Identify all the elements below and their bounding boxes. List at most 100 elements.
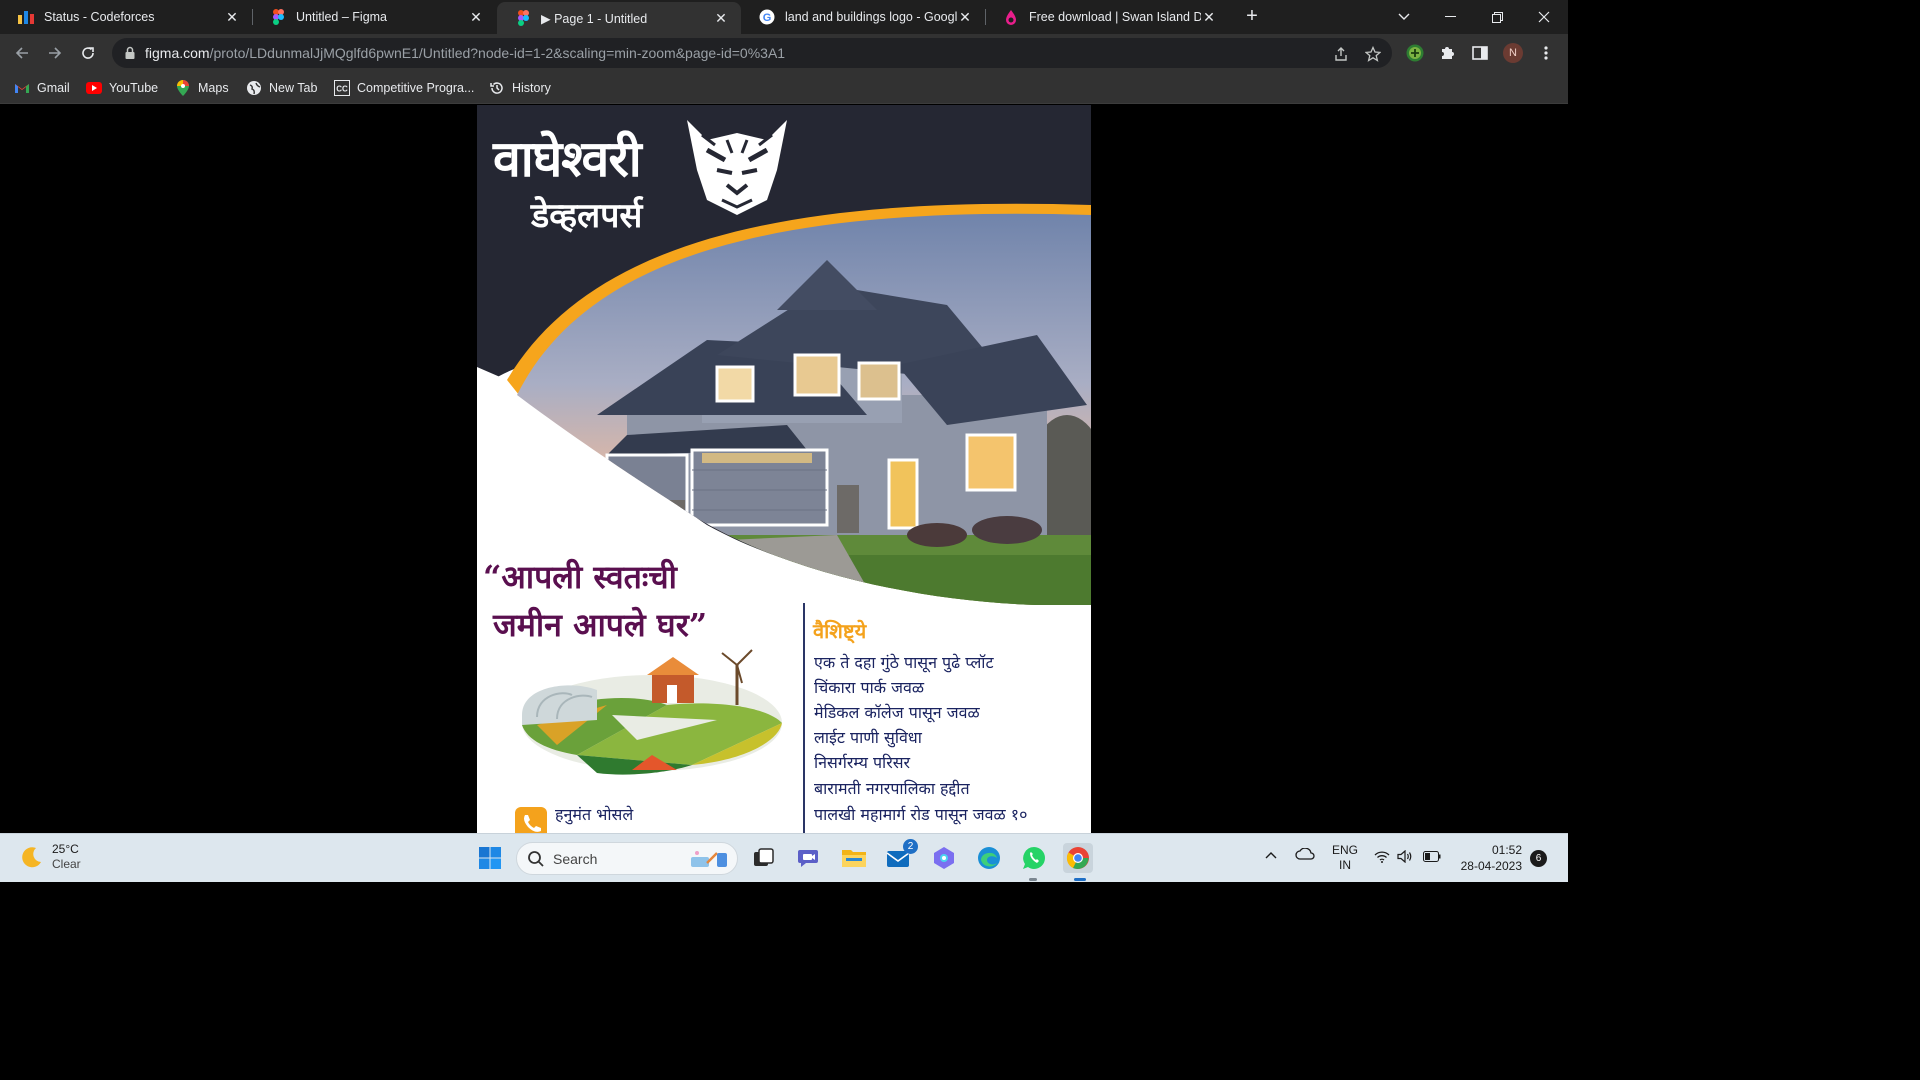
close-tab-icon[interactable]: ✕ [224,9,240,25]
weather-temperature: 25°C [52,842,79,856]
whatsapp-running-indicator [1029,878,1037,881]
bookmark-competitive-programming[interactable]: CC Competitive Progra... [334,78,474,98]
language-indicator[interactable]: ENG IN [1332,843,1358,873]
search-highlight-icon [687,847,731,876]
tab-title: ▶ Page 1 - Untitled [541,11,648,26]
reload-icon[interactable] [76,41,100,65]
battery-icon[interactable] [1423,851,1441,865]
bookmark-label: New Tab [269,81,318,95]
brand-subtitle: डेव्हलपर्स [531,196,643,236]
tab-figma-proto[interactable]: ▶ Page 1 - Untitled ✕ [497,2,741,34]
kebab-menu-icon[interactable] [1536,43,1556,63]
figma-icon [515,10,531,26]
farmland-logo [522,649,782,775]
chrome-icon[interactable] [1063,843,1093,873]
extension-plus-icon[interactable] [1405,43,1425,63]
tab-swan-island[interactable]: Free download | Swan Island Dah ✕ [985,0,1229,34]
features-title: वैशिष्ट्ये [813,619,867,643]
bookmark-label: Gmail [37,81,70,95]
clock-time: 01:52 [1491,843,1522,857]
feature-item: मेडिकल कॉलेज पासून जवळ [814,703,980,722]
close-tab-icon[interactable]: ✕ [957,9,973,25]
windows-taskbar: 25°C Clear Search 2 ENG IN 01:52 28-04-2… [0,833,1568,882]
close-tab-icon[interactable]: ✕ [713,10,729,26]
svg-text:G: G [763,12,772,24]
chevron-up-icon[interactable] [1265,848,1277,862]
gmail-icon [14,80,30,96]
bookmark-label: Competitive Progra... [357,81,475,95]
taskbar-search[interactable]: Search [516,842,738,875]
forward-arrow-icon[interactable] [43,41,67,65]
windows-start-icon[interactable] [475,843,505,873]
restore-button[interactable] [1474,0,1520,34]
url-path: /proto/LDdunmalJjMQglfd6pwnE1/Untitled?n… [209,45,786,61]
cc-icon: CC [334,80,350,96]
contact-name: हनुमंत भोसले [555,805,634,824]
chrome-running-indicator [1074,878,1086,881]
browser-toolbar: figma.com/proto/LDdunmalJjMQglfd6pwnE1/U… [0,34,1568,72]
new-tab-button[interactable]: + [1241,6,1263,28]
back-arrow-icon[interactable] [10,41,34,65]
google-icon: G [759,9,775,25]
tab-codeforces[interactable]: Status - Codeforces ✕ [0,0,252,34]
side-panel-icon[interactable] [1470,43,1490,63]
volume-icon[interactable] [1397,849,1413,866]
task-view-icon[interactable] [749,843,779,873]
tab-strip: Status - Codeforces ✕ Untitled – Figma ✕… [0,0,1568,34]
profile-avatar[interactable]: N [1503,43,1523,63]
svg-text:CC: CC [336,85,348,94]
bookmark-label: YouTube [109,81,159,95]
whatsapp-icon[interactable] [1019,843,1049,873]
file-explorer-icon[interactable] [839,843,869,873]
bookmark-gmail[interactable]: Gmail [14,78,70,98]
feature-item: लाईट पाणी सुविधा [814,728,922,747]
language-code: ENG [1332,843,1359,857]
tab-figma-file[interactable]: Untitled – Figma ✕ [252,0,496,34]
figma-icon [270,9,286,25]
bookmark-new-tab[interactable]: New Tab [246,78,317,98]
minimize-button[interactable] [1427,0,1473,34]
bookmarks-bar: Gmail YouTube Maps New Tab CC Competitiv… [0,72,1568,104]
tab-search-chevron-icon[interactable] [1381,0,1427,34]
close-window-button[interactable] [1521,0,1567,34]
feature-item: पालखी महामार्ग रोड पासून जवळ १० [814,805,1028,824]
address-bar[interactable]: figma.com/proto/LDdunmalJjMQglfd6pwnE1/U… [112,38,1392,68]
real-estate-poster: वाघेश्वरी डेव्हलपर्स “आपली स्वतःची जमीन … [477,105,1091,833]
swan-icon [1003,9,1019,25]
onedrive-cloud-icon[interactable] [1295,847,1315,863]
edge-icon[interactable] [974,843,1004,873]
mail-icon[interactable]: 2 [884,839,918,873]
extensions-puzzle-icon[interactable] [1437,43,1457,63]
bookmark-label: Maps [198,81,229,95]
wifi-icon[interactable] [1374,850,1390,866]
system-clock[interactable]: 01:52 28-04-2023 [1452,842,1522,874]
teams-chat-icon[interactable] [794,843,824,873]
tagline-line-1: “आपली स्वतःची [483,558,677,596]
feature-item: बारामती नगरपालिका हद्दीत [814,779,970,798]
search-label: Search [553,851,598,867]
mail-badge: 2 [903,839,918,854]
feature-item: चिंकारा पार्क जवळ [814,678,925,697]
close-tab-icon[interactable]: ✕ [468,9,484,25]
share-icon[interactable] [1331,44,1351,64]
youtube-icon [86,80,102,96]
tab-google-search[interactable]: G land and buildings logo - Google ✕ [741,0,985,34]
lock-icon[interactable] [124,45,136,61]
tab-title: Free download | Swan Island Dah [1029,10,1201,24]
url-host: figma.com [145,45,210,61]
features-divider [803,603,805,833]
weather-widget[interactable]: 25°C Clear [18,842,81,872]
bookmark-history[interactable]: History [489,78,551,98]
tab-title: Status - Codeforces [44,10,155,24]
bookmark-label: History [512,81,551,95]
tab-title: land and buildings logo - Google [785,10,957,24]
region-code: IN [1339,858,1351,872]
clock-date: 28-04-2023 [1460,859,1522,873]
bookmark-star-icon[interactable] [1363,44,1383,64]
notification-badge[interactable]: 6 [1530,850,1547,867]
feature-item: एक ते दहा गुंठे पासून पुढे प्लॉट [814,653,994,672]
close-tab-icon[interactable]: ✕ [1201,9,1217,25]
copilot-icon[interactable] [929,843,959,873]
bookmark-maps[interactable]: Maps [175,78,229,98]
bookmark-youtube[interactable]: YouTube [86,78,158,98]
